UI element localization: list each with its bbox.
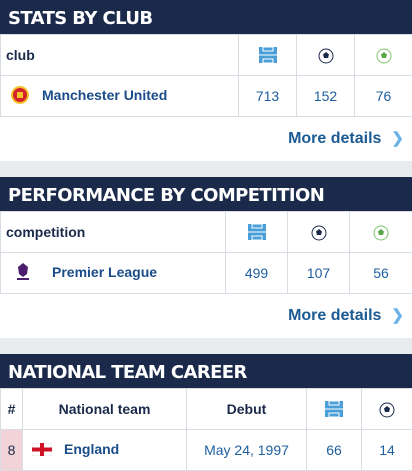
table-header-row: competition: [1, 212, 412, 253]
team-column-header: National team: [23, 389, 187, 430]
appearances-column-header[interactable]: [239, 35, 297, 76]
chevron-right-icon: ❯: [391, 307, 404, 324]
assists-column-header[interactable]: [355, 35, 412, 76]
stats-by-club-title: STATS BY CLUB: [0, 0, 412, 34]
goals-column-header[interactable]: [288, 212, 350, 253]
appearances-column-header[interactable]: [307, 389, 362, 430]
goals-column-header[interactable]: [297, 35, 355, 76]
national-team-title: NATIONAL TEAM CAREER: [0, 354, 412, 388]
ball-icon: [311, 225, 327, 241]
club-cell[interactable]: Manchester United: [1, 76, 239, 117]
goals-column-header[interactable]: [362, 389, 412, 430]
competition-cell[interactable]: Premier League: [1, 253, 226, 294]
rank-cell: 8: [1, 430, 23, 471]
ball-assist-icon: [373, 225, 389, 241]
club-column-header: club: [1, 35, 239, 76]
manchester-united-crest-icon: [10, 85, 30, 108]
performance-title: PERFORMANCE BY COMPETITION: [0, 177, 412, 211]
debut-value: May 24, 1997: [187, 430, 307, 471]
section-gap: [0, 338, 412, 354]
assists-value: 76: [355, 76, 412, 117]
appearances-value: 713: [239, 76, 297, 117]
pitch-icon: [247, 222, 267, 242]
goals-value: 107: [288, 253, 350, 294]
table-row[interactable]: 8 England May 24, 1997 66 14: [1, 430, 412, 471]
more-details-label: More details: [288, 130, 381, 147]
appearances-value: 499: [226, 253, 288, 294]
more-details-link[interactable]: More details ❯: [0, 294, 412, 338]
rank-column-header: #: [1, 389, 23, 430]
chevron-right-icon: ❯: [391, 130, 404, 147]
assists-column-header[interactable]: [350, 212, 412, 253]
table-header-row: club: [1, 35, 412, 76]
premier-league-logo-icon: [14, 262, 32, 285]
pitch-icon: [324, 399, 344, 419]
national-team-table: # National team Debut 8 England May 24, …: [0, 388, 412, 471]
team-cell[interactable]: England: [23, 430, 187, 471]
club-link[interactable]: Manchester United: [42, 87, 167, 103]
national-team-card: NATIONAL TEAM CAREER # National team Deb…: [0, 354, 412, 471]
debut-column-header: Debut: [187, 389, 307, 430]
stats-by-club-table: club Manchester United 713 152 76: [0, 34, 412, 117]
ball-icon: [318, 48, 334, 64]
competition-column-header: competition: [1, 212, 226, 253]
stats-by-club-card: STATS BY CLUB club Manchester United 713…: [0, 0, 412, 161]
performance-card: PERFORMANCE BY COMPETITION competition P…: [0, 177, 412, 338]
section-gap: [0, 161, 412, 177]
team-link[interactable]: England: [64, 441, 119, 457]
more-details-label: More details: [288, 307, 381, 324]
table-header-row: # National team Debut: [1, 389, 412, 430]
table-row[interactable]: Premier League 499 107 56: [1, 253, 412, 294]
ball-assist-icon: [376, 48, 392, 64]
goals-value: 14: [362, 430, 412, 471]
performance-table: competition Premier League 499 107 56: [0, 211, 412, 294]
competition-link[interactable]: Premier League: [52, 264, 157, 280]
pitch-icon: [258, 45, 278, 65]
goals-value: 152: [297, 76, 355, 117]
appearances-value: 66: [307, 430, 362, 471]
table-row[interactable]: Manchester United 713 152 76: [1, 76, 412, 117]
england-flag-icon: [32, 443, 52, 459]
appearances-column-header[interactable]: [226, 212, 288, 253]
assists-value: 56: [350, 253, 412, 294]
ball-icon: [379, 402, 395, 418]
more-details-link[interactable]: More details ❯: [0, 117, 412, 161]
